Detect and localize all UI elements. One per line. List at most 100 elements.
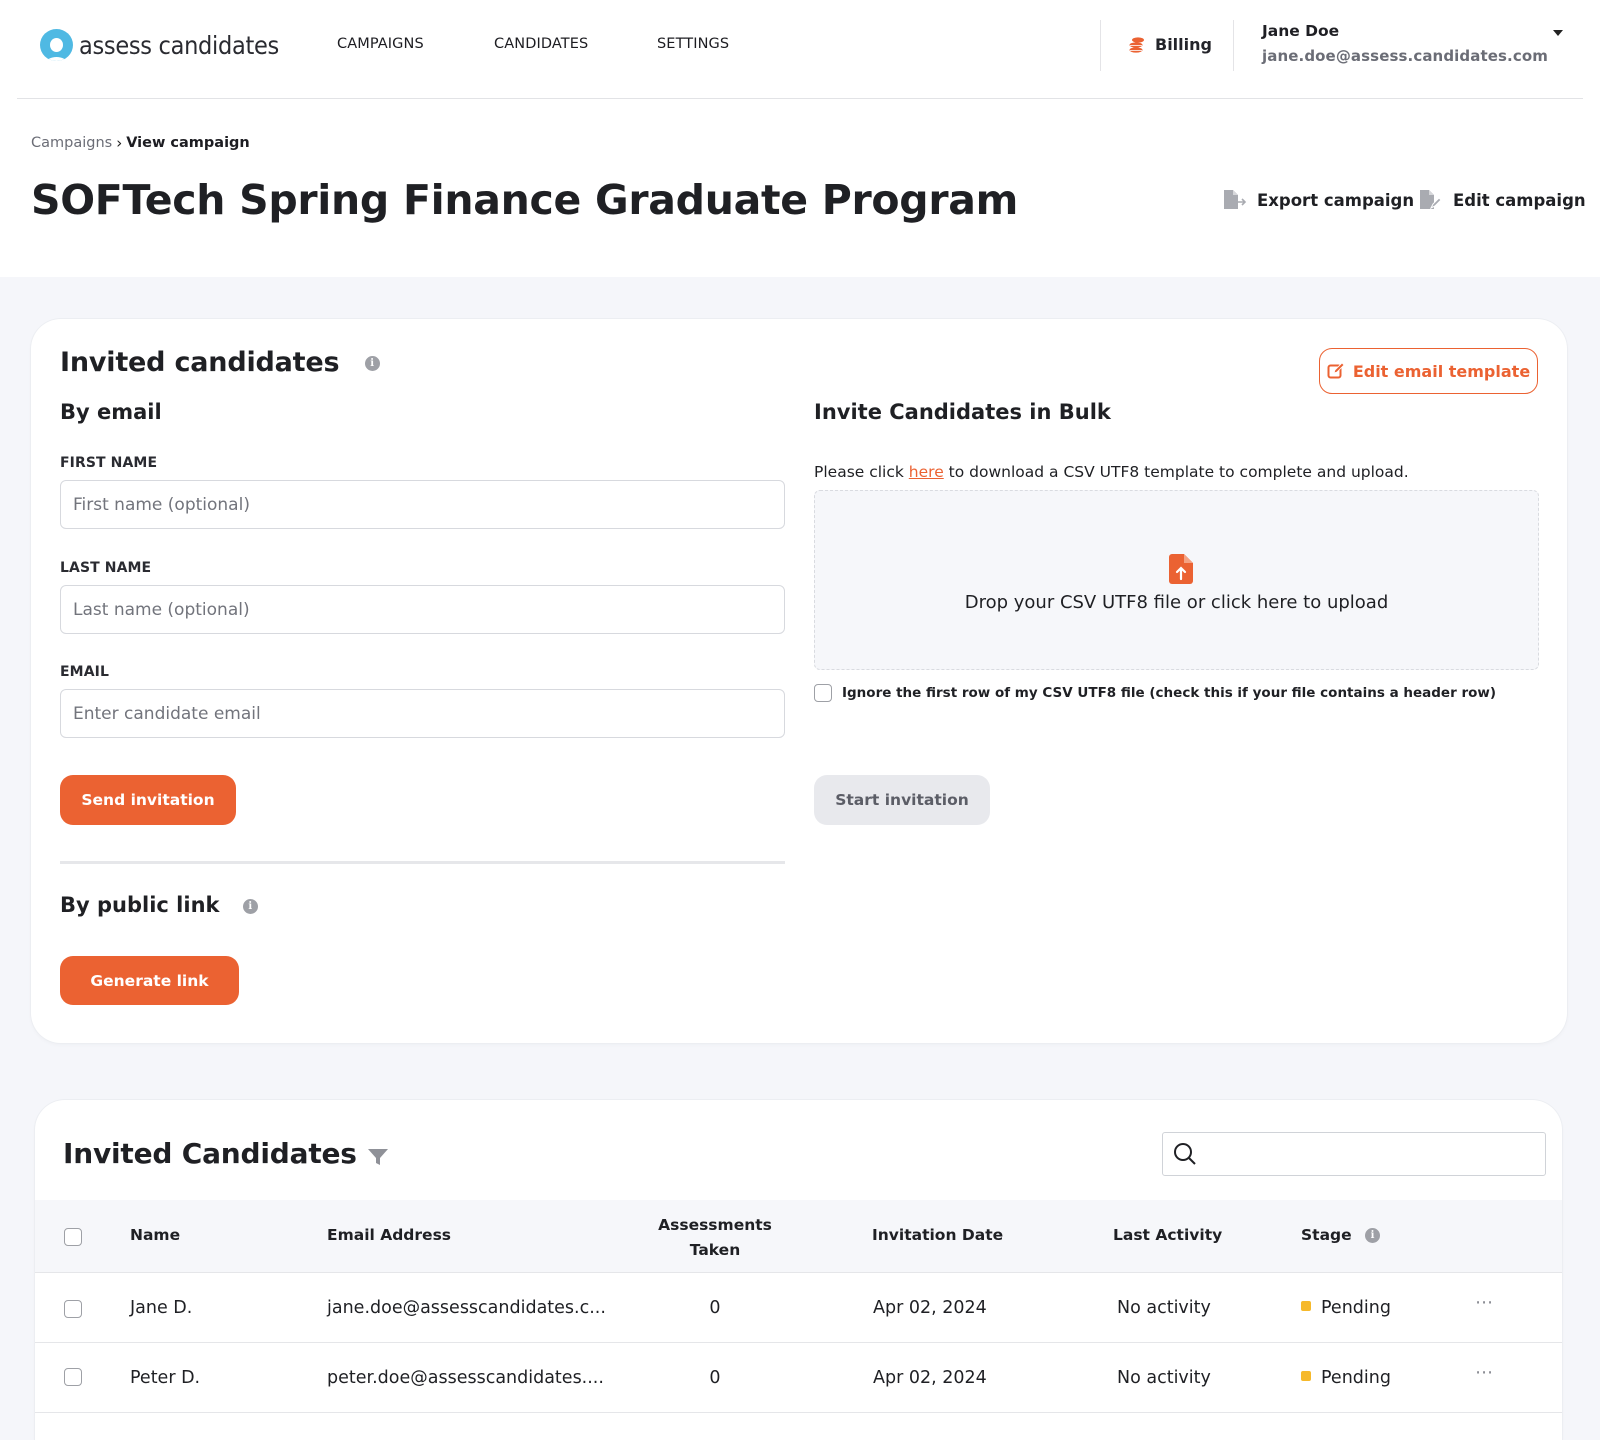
logo-icon (40, 29, 73, 61)
candidate-email: peter.doe@assesscandidates.... (327, 1368, 604, 1388)
bulk-text-after: to download a CSV UTF8 template to compl… (943, 463, 1409, 481)
edit-email-template-button[interactable]: Edit email template (1319, 348, 1538, 394)
top-nav: assess candidates CAMPAIGNS CANDIDATES S… (17, 0, 1583, 99)
by-public-link-title: By public link i (60, 893, 258, 917)
edit-email-template-label: Edit email template (1352, 361, 1531, 381)
info-icon[interactable]: i (1365, 1228, 1381, 1243)
candidates-table-card: Invited Candidates Name Email Address As… (35, 1100, 1562, 1440)
invitation-date: Apr 02, 2024 (873, 1368, 987, 1388)
row-checkbox[interactable] (64, 1368, 82, 1386)
generate-link-button[interactable]: Generate link (60, 956, 239, 1005)
filter-icon[interactable] (367, 1147, 389, 1167)
info-icon[interactable]: i (242, 898, 258, 914)
last-name-input[interactable] (60, 585, 785, 634)
csv-dropzone[interactable]: Drop your CSV UTF8 file or click here to… (814, 490, 1539, 670)
invite-card: Invited candidates i Edit email template… (31, 319, 1567, 1043)
email-label: EMAIL (60, 664, 109, 680)
candidate-email: jane.doe@assesscandidates.c... (327, 1298, 606, 1318)
edit-campaign-label: Edit campaign (1453, 190, 1586, 210)
col-stage[interactable]: Stage i (1301, 1226, 1381, 1244)
row-checkbox[interactable] (64, 1300, 82, 1318)
by-public-link-text: By public link (60, 893, 220, 917)
select-all-checkbox[interactable] (64, 1228, 82, 1246)
last-activity: No activity (1117, 1298, 1211, 1318)
assessments-taken: 0 (709, 1298, 721, 1318)
ignore-first-row-option[interactable]: Ignore the first row of my CSV UTF8 file… (814, 684, 1496, 702)
user-email: jane.doe@assess.candidates.com (1262, 47, 1548, 65)
col-invitation-date[interactable]: Invitation Date (872, 1226, 1003, 1244)
invite-card-title-text: Invited candidates (60, 347, 340, 378)
search-box[interactable] (1162, 1132, 1546, 1176)
nav-campaigns[interactable]: CAMPAIGNS (337, 36, 424, 52)
col-email[interactable]: Email Address (327, 1226, 451, 1244)
bulk-title: Invite Candidates in Bulk (814, 400, 1111, 424)
billing-label: Billing (1155, 35, 1212, 54)
page-header: assess candidates CAMPAIGNS CANDIDATES S… (0, 0, 1600, 277)
export-campaign-label: Export campaign (1257, 190, 1415, 210)
section-divider (60, 861, 785, 864)
start-invitation-button[interactable]: Start invitation (814, 775, 990, 825)
divider (1233, 20, 1234, 71)
table-row[interactable]: Jane D. jane.doe@assesscandidates.c... 0… (35, 1274, 1562, 1343)
invitation-date: Apr 02, 2024 (873, 1298, 987, 1318)
last-name-label: LAST NAME (60, 560, 152, 576)
search-input[interactable] (1205, 1133, 1545, 1175)
more-options-icon[interactable]: ⋯ (1475, 1362, 1493, 1383)
email-input[interactable] (60, 689, 785, 738)
user-menu[interactable]: Jane Doe jane.doe@assess.candidates.com (1262, 22, 1548, 65)
dropzone-text: Drop your CSV UTF8 file or click here to… (964, 592, 1389, 613)
col-assessments-line2: Taken (689, 1241, 741, 1259)
breadcrumb-campaigns[interactable]: Campaigns (31, 135, 112, 151)
candidate-name: Jane D. (130, 1298, 193, 1318)
breadcrumb: Campaigns › View campaign (31, 134, 250, 152)
ignore-first-row-checkbox[interactable] (814, 684, 832, 702)
last-activity: No activity (1117, 1368, 1211, 1388)
col-name[interactable]: Name (130, 1226, 180, 1244)
bulk-text-before: Please click (814, 463, 909, 481)
more-options-icon[interactable]: ⋯ (1475, 1292, 1493, 1313)
file-upload-icon (1169, 554, 1193, 584)
edit-icon (1327, 362, 1345, 379)
invite-card-title: Invited candidates i (60, 347, 380, 378)
chevron-down-icon[interactable] (1553, 30, 1563, 36)
search-icon (1174, 1143, 1196, 1165)
by-email-title: By email (60, 400, 162, 424)
col-assessments-line1: Assessments (658, 1216, 772, 1234)
divider (1100, 20, 1101, 71)
user-name: Jane Doe (1262, 22, 1340, 40)
stage-badge: Pending (1301, 1298, 1391, 1318)
col-stage-text: Stage (1301, 1226, 1352, 1244)
logo[interactable]: assess candidates (40, 29, 279, 61)
stage-badge: Pending (1301, 1368, 1391, 1388)
info-icon[interactable]: i (364, 356, 380, 371)
page-title: SOFTech Spring Finance Graduate Program (31, 176, 1019, 224)
first-name-label: FIRST NAME (60, 455, 158, 471)
edit-campaign-button[interactable]: Edit campaign (1419, 189, 1586, 211)
coins-icon (1129, 36, 1144, 53)
send-invitation-button[interactable]: Send invitation (60, 775, 236, 825)
bulk-instructions: Please click here to download a CSV UTF8… (814, 463, 1409, 481)
table-title: Invited Candidates (63, 1137, 389, 1170)
first-name-input[interactable] (60, 480, 785, 529)
stage-text: Pending (1321, 1368, 1391, 1388)
col-assessments[interactable]: Assessments Taken (655, 1213, 775, 1263)
export-campaign-button[interactable]: Export campaign (1223, 189, 1414, 211)
breadcrumb-current: View campaign (126, 135, 250, 151)
status-dot (1301, 1301, 1311, 1311)
ignore-first-row-label: Ignore the first row of my CSV UTF8 file… (842, 685, 1497, 701)
nav-settings[interactable]: SETTINGS (657, 36, 729, 52)
table-header: Name Email Address Assessments Taken Inv… (35, 1200, 1562, 1273)
table-row[interactable]: Peter D. peter.doe@assesscandidates.... … (35, 1344, 1562, 1413)
candidate-name: Peter D. (130, 1368, 201, 1388)
col-last-activity[interactable]: Last Activity (1113, 1226, 1222, 1244)
status-dot (1301, 1371, 1311, 1381)
assessments-taken: 0 (709, 1368, 721, 1388)
stage-text: Pending (1321, 1298, 1391, 1318)
file-export-icon (1224, 190, 1247, 209)
logo-text: assess candidates (79, 30, 279, 60)
download-template-link[interactable]: here (909, 463, 944, 481)
billing-link[interactable]: Billing (1128, 35, 1212, 54)
table-title-text: Invited Candidates (63, 1137, 357, 1170)
nav-candidates[interactable]: CANDIDATES (494, 36, 588, 52)
chevron-right-icon: › (116, 134, 123, 152)
